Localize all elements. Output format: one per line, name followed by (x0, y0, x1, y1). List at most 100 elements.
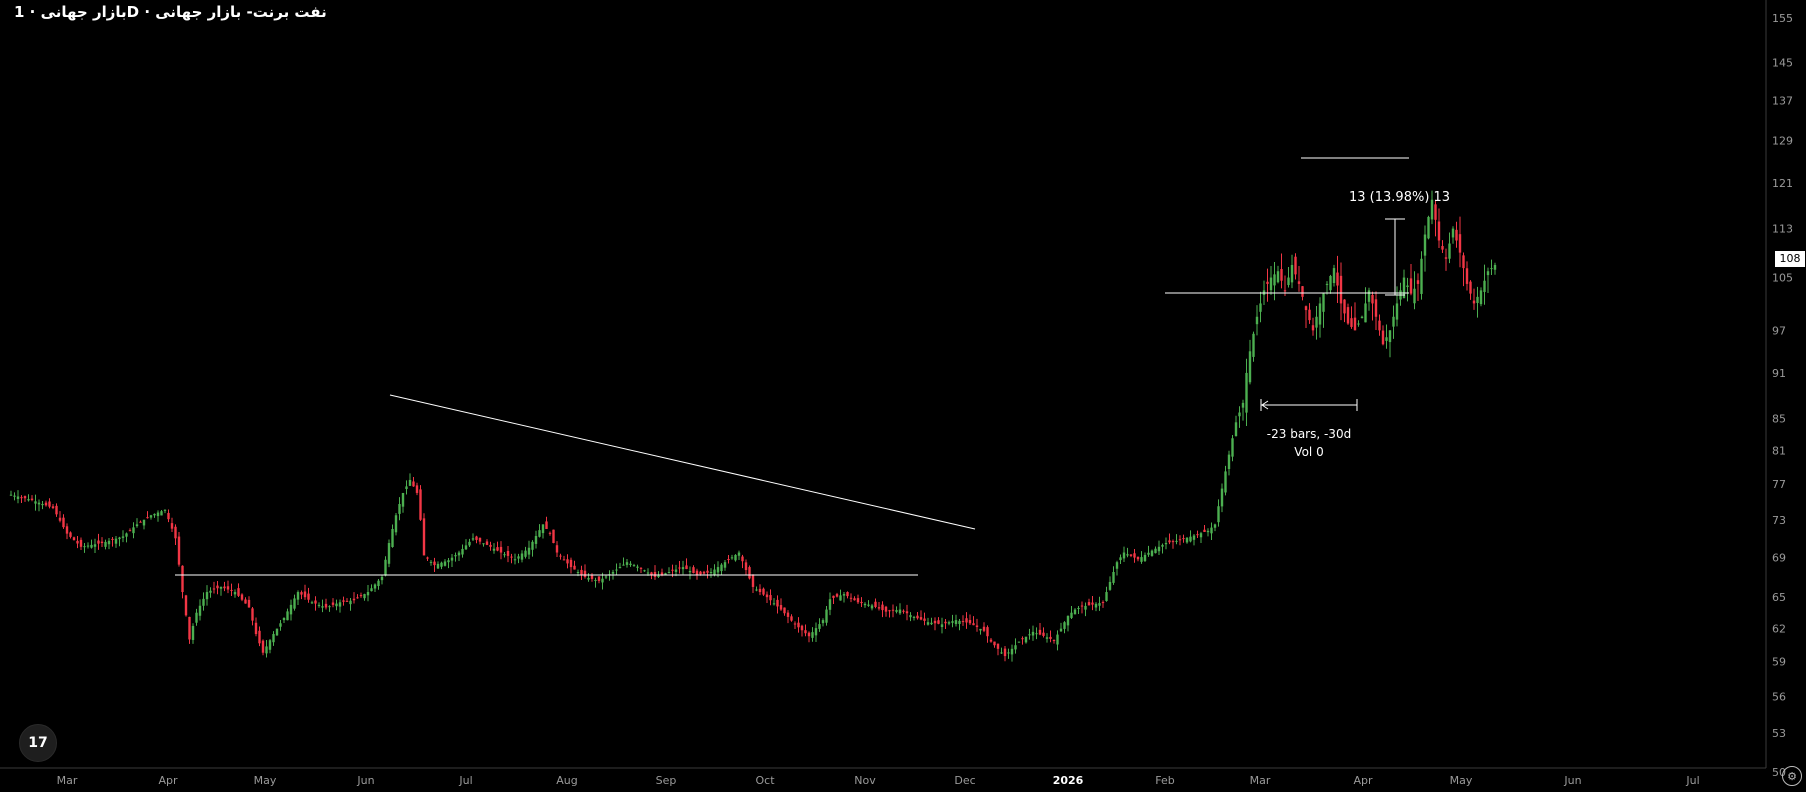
candle-body (1161, 544, 1164, 547)
candle-body (1045, 637, 1049, 639)
candle-body (478, 537, 482, 542)
candle-body (874, 601, 877, 607)
candle-body (1213, 524, 1217, 528)
candle-body (818, 624, 821, 629)
x-tick-label: 2026 (1053, 774, 1084, 787)
candle-body (513, 559, 517, 561)
candle-body (1332, 268, 1336, 284)
candle-body (1133, 553, 1136, 558)
candle-body (702, 571, 706, 574)
candle-body (793, 623, 797, 625)
candle-body (923, 618, 926, 621)
candle-body (146, 517, 149, 519)
candle-body (433, 561, 436, 566)
candle-body (636, 566, 639, 568)
y-tick-label: 53 (1772, 727, 1786, 740)
candle-body (1070, 612, 1073, 618)
candle-body (1448, 243, 1451, 259)
candle-body (230, 589, 233, 591)
candle-body (300, 592, 303, 595)
candle-body (1381, 330, 1385, 345)
candle-body (181, 565, 184, 593)
candle-body (821, 620, 825, 624)
candle-body (405, 486, 408, 490)
candle-body (1276, 271, 1280, 283)
candle-body (989, 639, 993, 642)
candle-body (412, 481, 415, 487)
y-tick-label: 77 (1772, 478, 1786, 491)
candle-body (345, 600, 349, 602)
candle-body (482, 543, 485, 545)
candle-body (846, 592, 849, 597)
candle-body (209, 590, 212, 593)
candle-body (1147, 552, 1150, 555)
x-tick-label: Dec (954, 774, 975, 787)
candle-body (622, 564, 625, 566)
candle-body (1427, 216, 1430, 239)
candle-body (1021, 638, 1024, 640)
candle-body (860, 601, 863, 604)
candle-body (324, 603, 328, 608)
candle-body (709, 572, 713, 574)
tradingview-logo-icon[interactable]: 17 (19, 724, 57, 762)
candle-body (979, 628, 982, 631)
y-tick-label: 56 (1772, 690, 1786, 703)
candle-body (1325, 283, 1329, 285)
candle-body (1329, 275, 1332, 291)
candle-body (34, 501, 37, 504)
candle-body (331, 602, 335, 605)
candle-body (121, 536, 125, 538)
gear-icon[interactable]: ⚙ (1782, 766, 1802, 786)
candle-body (485, 541, 489, 545)
candle-body (457, 552, 461, 556)
candlestick-chart[interactable]: 155 145 137 129 121 113 105 97 91 85 81 77 73 69 65 62 5… (0, 0, 1806, 792)
candle-body (1451, 228, 1455, 238)
candle-body (1189, 536, 1192, 542)
candle-body (135, 524, 139, 527)
candle-body (916, 615, 919, 619)
candle-body (1469, 281, 1472, 294)
candle-body (688, 571, 692, 573)
candle-body (1273, 274, 1276, 286)
candle-body (1115, 562, 1119, 569)
candle-body (972, 623, 975, 626)
candle-body (926, 622, 930, 625)
candle-body (349, 600, 352, 605)
candle-body (1066, 615, 1070, 626)
candle-body (954, 620, 958, 625)
candle-body (527, 547, 531, 555)
candle-body (237, 588, 240, 596)
candle-body (1266, 281, 1269, 284)
x-tick-label: May (1450, 774, 1473, 787)
candle-body (16, 496, 20, 499)
candle-body (825, 609, 828, 623)
candle-body (786, 612, 790, 617)
candle-body (475, 536, 478, 540)
candle-body (93, 544, 97, 547)
candle-body (1175, 540, 1178, 542)
candle-body (580, 569, 583, 575)
candle-body (888, 610, 891, 612)
candle-body (1385, 337, 1388, 341)
candle-body (1024, 636, 1028, 643)
candle-body (1409, 278, 1413, 294)
candle-body (1367, 290, 1371, 302)
candle-body (380, 576, 384, 581)
candle-body (1423, 234, 1427, 256)
candle-body (615, 569, 618, 571)
candle-body (1420, 258, 1423, 294)
candle-body (730, 557, 734, 559)
candle-body (139, 521, 142, 523)
candle-body (601, 578, 604, 583)
candle-body (384, 559, 387, 576)
candle-body (202, 598, 205, 606)
candle-body (940, 624, 944, 628)
candle-body (1343, 299, 1346, 314)
candle-body (387, 543, 391, 564)
candle-body (23, 496, 27, 499)
candle-body (79, 539, 83, 547)
candle-body (828, 599, 832, 610)
candle-body (37, 502, 41, 505)
candle-body (1206, 530, 1210, 533)
candle-body (1087, 602, 1091, 606)
